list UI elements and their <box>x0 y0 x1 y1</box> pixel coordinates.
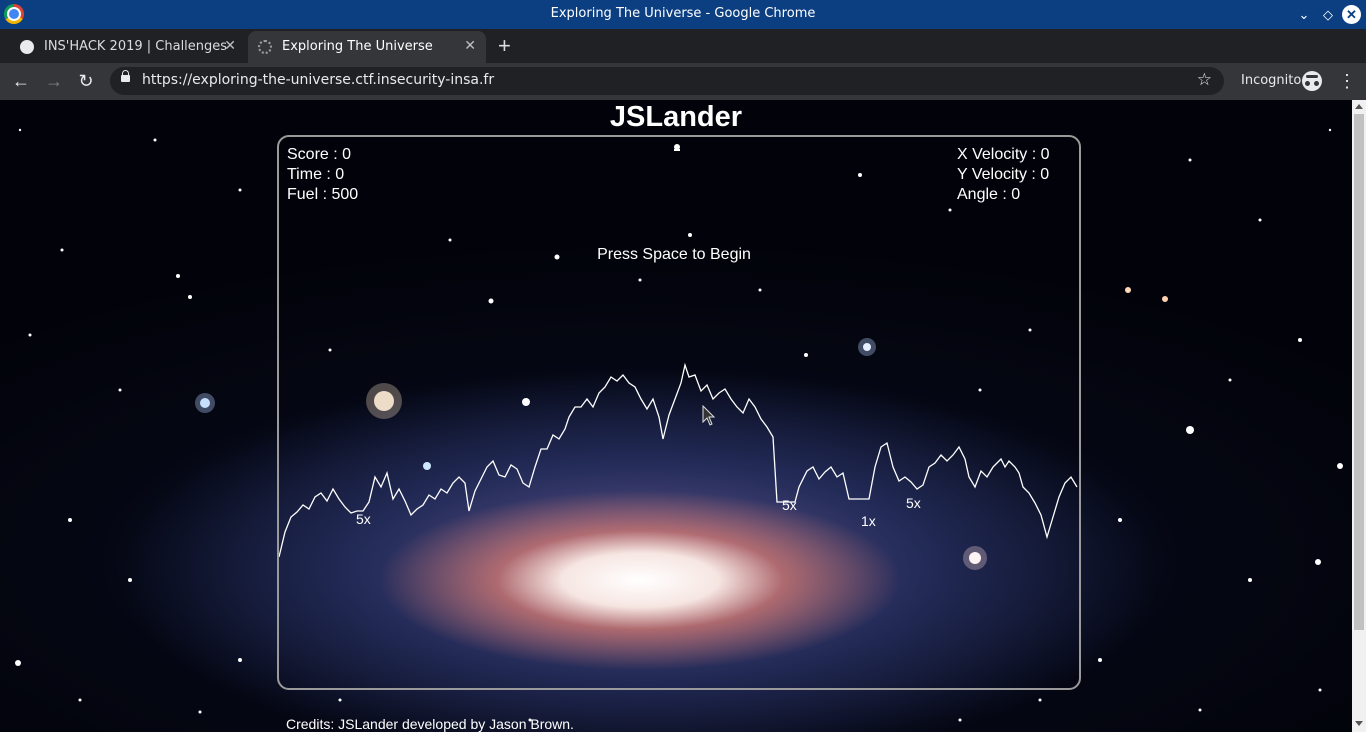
globe-favicon-icon <box>20 40 34 54</box>
score-readout: Score : 0 <box>287 146 352 163</box>
window-titlebar: Exploring The Universe - Google Chrome ⌄… <box>0 0 1366 29</box>
lunar-terrain <box>279 144 1078 558</box>
loading-favicon-icon <box>258 40 272 54</box>
menu-icon[interactable]: ⋮ <box>1338 71 1356 92</box>
game-canvas[interactable]: Score : 0 Time : 0 Fuel : 500 X Velocity… <box>277 135 1081 690</box>
bookmark-star-icon[interactable]: ☆ <box>1197 70 1212 90</box>
start-prompt: Press Space to Begin <box>597 246 751 263</box>
incognito-label: Incognito <box>1241 73 1302 88</box>
browser-toolbar: ← → ↻ https://exploring-the-universe.ctf… <box>0 63 1366 100</box>
scrollbar-thumb[interactable] <box>1354 114 1364 630</box>
forward-icon[interactable]: → <box>43 70 65 92</box>
new-tab-plus-icon[interactable]: + <box>498 33 511 59</box>
pad-multiplier: 1x <box>861 513 876 529</box>
address-bar[interactable]: https://exploring-the-universe.ctf.insec… <box>110 67 1224 95</box>
minimize-chevron-icon[interactable]: ⌄ <box>1294 5 1314 25</box>
hud-right: X Velocity : 0 Y Velocity : 0 Angle : 0 <box>957 145 1050 205</box>
window-title: Exploring The Universe - Google Chrome <box>550 6 816 21</box>
scroll-down-icon[interactable] <box>1355 721 1363 726</box>
tab-strip: INS'HACK 2019 | Challenges ✕ Exploring T… <box>0 29 1366 63</box>
pad-multiplier: 5x <box>356 511 371 527</box>
x-velocity-readout: X Velocity : 0 <box>957 146 1050 163</box>
pad-multiplier: 5x <box>782 497 797 513</box>
scroll-up-icon[interactable] <box>1355 104 1363 109</box>
angle-readout: Angle : 0 <box>957 186 1021 203</box>
y-velocity-readout: Y Velocity : 0 <box>957 166 1050 183</box>
hud-left: Score : 0 Time : 0 Fuel : 500 <box>287 145 358 205</box>
tab-inshack-challenges[interactable]: INS'HACK 2019 | Challenges ✕ <box>10 31 246 63</box>
close-tab-icon[interactable]: ✕ <box>224 38 236 54</box>
close-tab-icon[interactable]: ✕ <box>464 38 476 54</box>
maximize-diamond-icon[interactable]: ◇ <box>1318 5 1338 25</box>
time-readout: Time : 0 <box>287 166 345 183</box>
pad-multiplier: 5x <box>906 495 921 511</box>
tab-exploring-the-universe[interactable]: Exploring The Universe ✕ <box>248 31 486 63</box>
mouse-cursor-icon <box>702 405 716 426</box>
page-scrollbar[interactable] <box>1352 100 1366 732</box>
close-window-icon[interactable]: ✕ <box>1342 5 1361 24</box>
back-icon[interactable]: ← <box>10 70 32 92</box>
fuel-readout: Fuel : 500 <box>287 186 359 203</box>
lock-icon <box>121 70 130 82</box>
url-text[interactable]: https://exploring-the-universe.ctf.insec… <box>142 72 494 88</box>
credits-text: Credits: JSLander developed by Jason Bro… <box>286 716 574 732</box>
incognito-icon[interactable] <box>1302 71 1322 91</box>
tab-label: INS'HACK 2019 | Challenges <box>44 39 228 54</box>
tab-label: Exploring The Universe <box>282 39 433 54</box>
reload-icon[interactable]: ↻ <box>75 70 97 92</box>
page-title: JSLander <box>609 101 743 133</box>
